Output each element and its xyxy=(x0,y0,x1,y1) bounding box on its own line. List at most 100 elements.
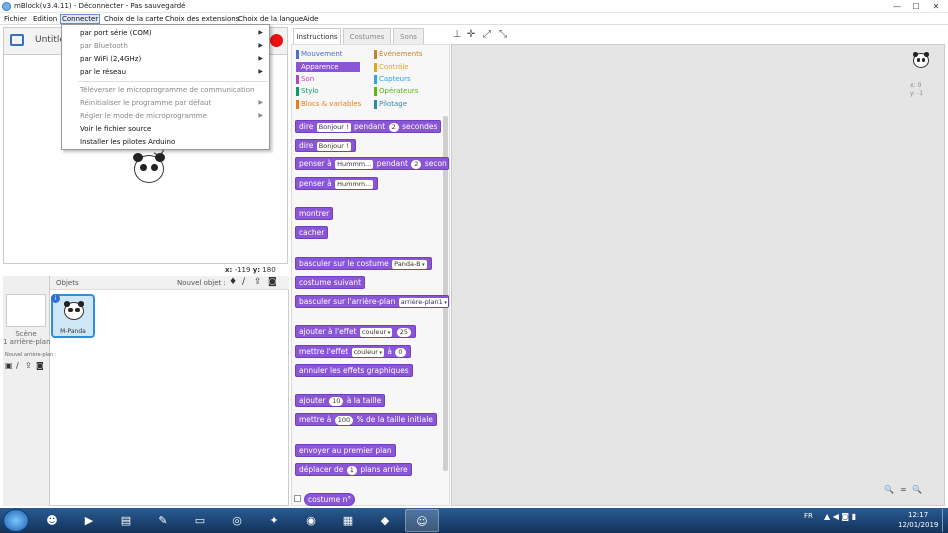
menu-edition[interactable]: Edition xyxy=(32,14,58,24)
pdf-taskbar-icon[interactable]: ◆ xyxy=(368,509,402,532)
menu-item-port-serie[interactable]: par port série (COM) xyxy=(80,29,152,37)
block-montrer[interactable]: montrer xyxy=(295,207,334,220)
scene-thumbnail[interactable] xyxy=(6,294,46,327)
block-annuler-effets[interactable]: annuler les effets graphiques xyxy=(295,364,413,377)
block-costume-numero[interactable]: costume n° xyxy=(304,493,356,506)
menu-fichier[interactable]: Fichier xyxy=(3,14,28,24)
category-capteurs[interactable]: Capteurs xyxy=(374,74,444,84)
grow-icon[interactable]: ⤢ xyxy=(481,29,493,41)
upload-icon[interactable]: ⇪ xyxy=(25,361,32,370)
menu-connecter[interactable]: Connecter xyxy=(60,14,101,24)
tab-costumes[interactable]: Costumes xyxy=(343,28,391,44)
category-evenements[interactable]: Événements xyxy=(374,49,444,59)
stop-icon[interactable] xyxy=(270,34,283,47)
menu-item-regler-mode[interactable]: Régler le mode de microprogramme xyxy=(80,112,207,120)
category-mouvement[interactable]: Mouvement xyxy=(296,49,366,59)
mblock-app-icon xyxy=(2,2,11,11)
category-operateurs[interactable]: Opérateurs xyxy=(374,86,444,96)
submenu-arrow-icon: ▶ xyxy=(258,55,263,62)
info-icon[interactable]: i xyxy=(51,294,60,303)
block-dire-pendant[interactable]: dire Bonjour ! pendant 2 secondes xyxy=(295,120,442,133)
block-dire[interactable]: dire Bonjour ! xyxy=(295,139,356,152)
block-costume-suivant[interactable]: costume suivant xyxy=(295,276,366,289)
tab-sons[interactable]: Sons xyxy=(393,28,424,44)
menu-item-installer-pilotes[interactable]: Installer les pilotes Arduino xyxy=(80,138,175,146)
block-mettre-effet[interactable]: mettre l'effet couleur à 0 xyxy=(295,345,411,358)
block-cacher[interactable]: cacher xyxy=(295,226,329,239)
zoom-reset-icon[interactable]: = xyxy=(900,485,907,494)
close-button[interactable]: ✕ xyxy=(927,1,945,12)
menu-item-voir-source[interactable]: Voir le fichier source xyxy=(80,125,151,133)
file-taskbar-icon[interactable]: ▦ xyxy=(331,509,365,532)
panda-thumbnail-icon xyxy=(63,301,85,320)
sprite-y: y: -1 xyxy=(910,90,924,97)
zoom-out-icon[interactable]: 🔍 xyxy=(884,485,894,494)
upload-sprite-icon[interactable]: ⇪ xyxy=(254,277,262,287)
category-stylo[interactable]: Stylo xyxy=(296,86,366,96)
maximize-button[interactable]: ☐ xyxy=(907,1,925,12)
menu-choix-langue[interactable]: Choix de la langue xyxy=(237,14,304,24)
block-mettre-taille[interactable]: mettre à 100 % de la taille initiale xyxy=(295,413,437,426)
menu-item-televerser[interactable]: Téléverser le microprogramme de communic… xyxy=(80,86,254,94)
costume-number-checkbox[interactable] xyxy=(294,495,301,502)
block-premier-plan[interactable]: envoyer au premier plan xyxy=(295,444,396,457)
paint-brush-icon[interactable]: ∕ xyxy=(16,361,19,370)
chrome-taskbar-icon[interactable]: ◉ xyxy=(294,509,328,532)
tab-instructions[interactable]: Instructions xyxy=(293,28,341,44)
connect-dropdown-menu: par port série (COM) ▶ par Bluetooth ▶ p… xyxy=(61,24,270,150)
sprite-name: M-Panda xyxy=(60,328,86,335)
scene-backdrop-count: 1 arrière-plan xyxy=(3,338,51,346)
block-penser[interactable]: penser à Hummm... xyxy=(295,177,379,190)
category-controle[interactable]: Contrôle xyxy=(374,62,444,72)
menu-item-reseau[interactable]: par le réseau xyxy=(80,68,126,76)
start-button[interactable] xyxy=(3,509,29,532)
block-ajouter-effet[interactable]: ajouter à l'effet couleur 25 xyxy=(295,325,416,338)
shrink-icon[interactable]: ⤡ xyxy=(497,29,509,41)
menu-item-wifi[interactable]: par WiFi (2,4GHz) xyxy=(80,55,141,63)
paint-new-sprite-icon[interactable]: ∕ xyxy=(242,277,245,287)
language-indicator[interactable]: FR xyxy=(804,512,813,520)
people-taskbar-icon[interactable]: ☻ xyxy=(35,509,69,532)
document-taskbar-icon[interactable]: ▤ xyxy=(109,509,143,532)
category-blocs-variables[interactable]: Blocs & variables xyxy=(296,99,366,109)
media-player-taskbar-icon[interactable]: ▶ xyxy=(72,509,106,532)
menu-choix-carte[interactable]: Choix de la carte xyxy=(103,14,164,24)
image-icon[interactable]: ▣ xyxy=(5,361,13,370)
menu-item-reinitialiser[interactable]: Réinitialiser le programme par défaut xyxy=(80,99,211,107)
block-ajouter-taille[interactable]: ajouter 10 à la taille xyxy=(295,394,386,407)
block-basculer-arriere-plan[interactable]: basculer sur l'arrière-plan arrière-plan… xyxy=(295,295,449,308)
script-area[interactable]: x: 0 y: -1 🔍 = 🔍 xyxy=(451,44,945,506)
notes-taskbar-icon[interactable]: ✎ xyxy=(146,509,180,532)
block-basculer-costume[interactable]: basculer sur le costume Panda-B xyxy=(295,257,432,270)
clock-date[interactable]: 12/01/2019 xyxy=(898,521,938,529)
block-deplacer-plans[interactable]: déplacer de 1 plans arrière xyxy=(295,463,412,476)
category-pilotage[interactable]: Pilotage xyxy=(374,99,444,109)
sprite-tile-m-panda[interactable]: i M-Panda xyxy=(51,294,95,338)
tool-taskbar-icon[interactable]: ✦ xyxy=(257,509,291,532)
submenu-arrow-icon: ▶ xyxy=(258,68,263,75)
minimize-button[interactable]: — xyxy=(888,1,906,12)
explorer-taskbar-icon[interactable]: ▭ xyxy=(183,509,217,532)
mblock-taskbar-icon[interactable]: ☺ xyxy=(405,509,439,532)
menu-choix-extensions[interactable]: Choix des extensions xyxy=(164,14,240,24)
objects-header: Objets Nouvel objet : ♦ ∕ ⇪ ◙ xyxy=(50,276,289,290)
show-desktop-button[interactable] xyxy=(942,509,946,532)
network-taskbar-icon[interactable]: ◎ xyxy=(220,509,254,532)
title-bar: mBlock(v3.4.11) - Déconnecter - Pas sauv… xyxy=(0,0,948,13)
new-object-label: Nouvel objet : xyxy=(177,279,226,287)
menu-item-bluetooth[interactable]: par Bluetooth xyxy=(80,42,128,50)
fullscreen-icon[interactable] xyxy=(10,34,24,46)
category-son[interactable]: Son xyxy=(296,74,366,84)
sprite-library-icon[interactable]: ♦ xyxy=(229,277,237,287)
camera-icon[interactable]: ◙ xyxy=(36,361,44,370)
category-apparence[interactable]: Apparence xyxy=(296,62,360,72)
cut-icon[interactable]: ✛ xyxy=(465,29,477,41)
zoom-in-icon[interactable]: 🔍 xyxy=(912,485,922,494)
stamp-icon[interactable]: ⊥ xyxy=(451,29,463,41)
clock-time[interactable]: 12:17 xyxy=(908,511,928,519)
camera-sprite-icon[interactable]: ◙ xyxy=(268,277,277,287)
tray-icons[interactable]: ▲ ◀ ◙ ▮ xyxy=(824,512,856,521)
menu-aide[interactable]: Aide xyxy=(302,14,319,24)
block-penser-pendant[interactable]: penser à Hummm... pendant 2 secon xyxy=(295,157,449,170)
panda-sprite-icon[interactable] xyxy=(133,152,165,183)
